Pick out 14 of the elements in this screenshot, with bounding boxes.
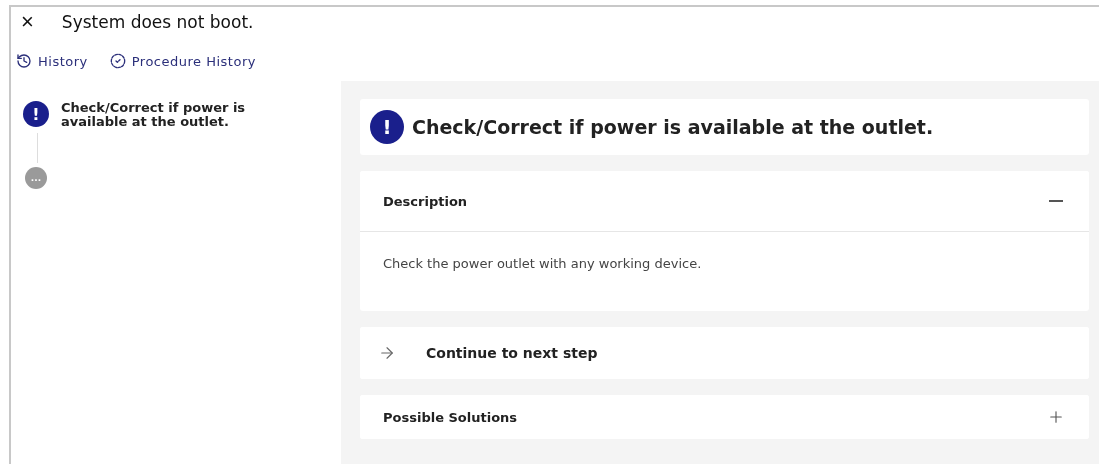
history-icon [16,53,32,69]
alert-badge: ! [370,110,404,144]
pending-step-badge: ... [25,167,47,189]
alert-badge: ! [23,101,49,127]
description-text: Check the power outlet with any working device. [360,231,1089,311]
check-circle-icon [109,53,126,69]
window-title: System does not boot. [61,12,254,32]
history-link[interactable]: History [16,53,88,69]
expand-icon [1047,408,1065,426]
close-button[interactable]: × [21,11,34,33]
procedure-history-link[interactable]: Procedure History [109,53,256,69]
arrow-icon [378,344,396,362]
step-label[interactable]: Check/Correct if power is available at the outlet. [61,101,291,129]
step-title: Check/Correct if power is available at the outlet. [412,116,934,138]
